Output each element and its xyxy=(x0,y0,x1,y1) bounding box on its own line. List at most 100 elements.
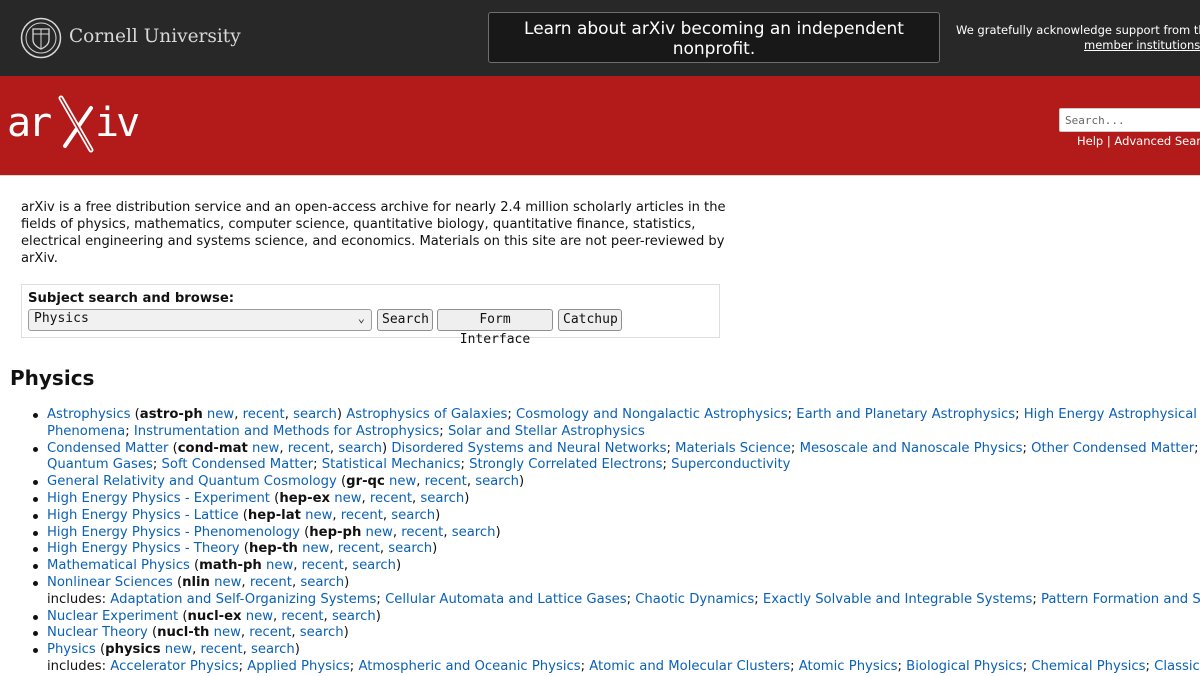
subcategory-link-quantum-gases[interactable]: Quantum Gases xyxy=(47,457,153,472)
archive-search-link[interactable]: search xyxy=(300,575,344,590)
subcategory-link-solar-and-stellar-astrophysics[interactable]: Solar and Stellar Astrophysics xyxy=(448,424,645,439)
archive-new-link[interactable]: new xyxy=(246,609,273,624)
archive-new-link[interactable]: new xyxy=(366,525,393,540)
archive-recent-link[interactable]: recent xyxy=(281,609,323,624)
subcategory-link-accelerator-physics[interactable]: Accelerator Physics xyxy=(110,659,238,674)
archive-recent-link[interactable]: recent xyxy=(425,474,467,489)
subcategory-link-adaptation-and-self-organizing-systems[interactable]: Adaptation and Self-Organizing Systems xyxy=(110,592,376,607)
archive-recent-link[interactable]: recent xyxy=(341,508,383,523)
subcategory-link-disordered-systems-and-neural-networks[interactable]: Disordered Systems and Neural Networks xyxy=(391,441,666,456)
archive-new-link[interactable]: new xyxy=(207,407,234,422)
archive-link-cond-mat[interactable]: Condensed Matter xyxy=(47,441,168,456)
subcategory-link-applied-physics[interactable]: Applied Physics xyxy=(247,659,350,674)
archive-new-link[interactable]: new xyxy=(305,508,332,523)
archive-new-link[interactable]: new xyxy=(165,642,192,657)
archive-link-hep-lat[interactable]: High Energy Physics - Lattice xyxy=(47,508,239,523)
archive-link-physics[interactable]: Physics xyxy=(47,642,96,657)
subject-select-value: Physics xyxy=(34,311,89,326)
archive-new-link[interactable]: new xyxy=(252,441,279,456)
archive-code: nucl-ex xyxy=(187,608,242,624)
subcategory-link-biological-physics[interactable]: Biological Physics xyxy=(906,659,1023,674)
archive-recent-link[interactable]: recent xyxy=(370,491,412,506)
archive-recent-link[interactable]: recent xyxy=(243,407,285,422)
archive-search-link[interactable]: search xyxy=(332,609,376,624)
archive-search-link[interactable]: search xyxy=(420,491,464,506)
subcategory-link-chaotic-dynamics[interactable]: Chaotic Dynamics xyxy=(635,592,754,607)
archive-new-link[interactable]: new xyxy=(334,491,361,506)
subcategory-link-classical[interactable]: Classical xyxy=(1154,659,1200,674)
archive-link-hep-ex[interactable]: High Energy Physics - Experiment xyxy=(47,491,270,506)
archive-link-astro-ph[interactable]: Astrophysics xyxy=(47,407,130,422)
archive-search-link[interactable]: search xyxy=(352,558,396,573)
subject-select[interactable]: Physics ⌄ xyxy=(28,309,372,331)
subcategory-link-soft-condensed-matter[interactable]: Soft Condensed Matter xyxy=(162,457,314,472)
archive-link-nucl-ex[interactable]: Nuclear Experiment xyxy=(47,609,178,624)
archive-includes: includes: Accelerator Physics; Applied P… xyxy=(47,659,1200,676)
subcategory-link-cosmology-and-nongalactic-astrophysics[interactable]: Cosmology and Nongalactic Astrophysics xyxy=(516,407,788,422)
subcategory-link-atomic-and-molecular-clusters[interactable]: Atomic and Molecular Clusters xyxy=(589,659,790,674)
archive-code: nucl-th xyxy=(157,625,210,641)
archive-link-math-ph[interactable]: Mathematical Physics xyxy=(47,558,190,573)
subcategory-link-atmospheric-and-oceanic-physics[interactable]: Atmospheric and Oceanic Physics xyxy=(358,659,580,674)
archive-recent-link[interactable]: recent xyxy=(249,625,291,640)
archive-recent-link[interactable]: recent xyxy=(401,525,443,540)
member-institutions-link[interactable]: member institutions, xyxy=(1084,38,1200,53)
subcategory-link-instrumentation-and-methods-for-astrophysics[interactable]: Instrumentation and Methods for Astrophy… xyxy=(134,424,439,439)
archive-link-gr-qc[interactable]: General Relativity and Quantum Cosmology xyxy=(47,474,337,489)
subcategory-link-materials-science[interactable]: Materials Science xyxy=(675,441,791,456)
archive-item: High Energy Physics - Lattice (hep-lat n… xyxy=(33,508,1200,525)
archive-link-nucl-th[interactable]: Nuclear Theory xyxy=(47,625,148,640)
includes-label: includes: xyxy=(47,591,111,607)
subcategory-link-earth-and-planetary-astrophysics[interactable]: Earth and Planetary Astrophysics xyxy=(796,407,1015,422)
chevron-down-icon: ⌄ xyxy=(357,311,365,325)
archive-search-link[interactable]: search xyxy=(338,441,382,456)
archive-new-link[interactable]: new xyxy=(214,625,241,640)
archive-item: High Energy Physics - Experiment (hep-ex… xyxy=(33,490,1200,508)
subcategory-link-strongly-correlated-electrons[interactable]: Strongly Correlated Electrons xyxy=(469,457,662,472)
archive-new-link[interactable]: new xyxy=(266,558,293,573)
archive-recent-link[interactable]: recent xyxy=(250,575,292,590)
archive-code: nlin xyxy=(182,574,210,590)
archive-search-link[interactable]: search xyxy=(293,407,337,422)
archive-code: hep-ex xyxy=(279,490,331,506)
archive-link-hep-ph[interactable]: High Energy Physics - Phenomenology xyxy=(47,525,300,540)
archive-new-link[interactable]: new xyxy=(302,541,329,556)
nonprofit-notice-banner[interactable]: Learn about arXiv becoming an independen… xyxy=(488,12,940,63)
header-search-input[interactable] xyxy=(1059,108,1200,132)
subcategory-link-chemical-physics[interactable]: Chemical Physics xyxy=(1031,659,1145,674)
catchup-button[interactable]: Catchup xyxy=(558,309,622,331)
archive-search-link[interactable]: search xyxy=(388,541,432,556)
subcategory-link-exactly-solvable-and-integrable-systems[interactable]: Exactly Solvable and Integrable Systems xyxy=(763,592,1032,607)
archive-recent-link[interactable]: recent xyxy=(302,558,344,573)
subcategory-link-mesoscale-and-nanoscale-physics[interactable]: Mesoscale and Nanoscale Physics xyxy=(800,441,1023,456)
archive-recent-link[interactable]: recent xyxy=(200,642,242,657)
help-link[interactable]: Help xyxy=(1077,134,1103,148)
subcategory-link-other-condensed-matter[interactable]: Other Condensed Matter xyxy=(1031,441,1194,456)
subcategory-link-cellular-automata-and-lattice-gases[interactable]: Cellular Automata and Lattice Gases xyxy=(385,592,627,607)
archive-recent-link[interactable]: recent xyxy=(338,541,380,556)
cornell-university-name[interactable]: Cornell University xyxy=(69,26,241,47)
subcategory-link-statistical-mechanics[interactable]: Statistical Mechanics xyxy=(322,457,461,472)
arxiv-header: ar iv Help | Advanced Search xyxy=(0,76,1200,176)
archive-search-link[interactable]: search xyxy=(300,625,344,640)
archive-search-link[interactable]: search xyxy=(251,642,295,657)
subcategory-link-superconductivity[interactable]: Superconductivity xyxy=(671,457,790,472)
subcategory-link-atomic-physics[interactable]: Atomic Physics xyxy=(799,659,898,674)
search-button[interactable]: Search xyxy=(377,309,433,331)
archive-link-hep-th[interactable]: High Energy Physics - Theory xyxy=(47,541,240,556)
archive-link-nlin[interactable]: Nonlinear Sciences xyxy=(47,575,173,590)
archive-search-link[interactable]: search xyxy=(475,474,519,489)
form-interface-button[interactable]: Form Interface xyxy=(437,309,553,347)
subcategory-link-astrophysics-of-galaxies[interactable]: Astrophysics of Galaxies xyxy=(346,407,507,422)
arxiv-logo[interactable]: ar iv xyxy=(7,94,139,154)
subcategory-link-pattern-formation-and-solitons[interactable]: Pattern Formation and Solitons xyxy=(1041,592,1200,607)
cornell-seal-icon[interactable] xyxy=(20,17,62,59)
link-separator: | xyxy=(1106,134,1111,148)
support-acknowledgement: We gratefully acknowledge support from t… xyxy=(956,23,1200,52)
archive-new-link[interactable]: new xyxy=(389,474,416,489)
advanced-search-link[interactable]: Advanced Search xyxy=(1114,134,1200,148)
archive-new-link[interactable]: new xyxy=(214,575,241,590)
archive-search-link[interactable]: search xyxy=(452,525,496,540)
archive-recent-link[interactable]: recent xyxy=(288,441,330,456)
archive-search-link[interactable]: search xyxy=(391,508,435,523)
